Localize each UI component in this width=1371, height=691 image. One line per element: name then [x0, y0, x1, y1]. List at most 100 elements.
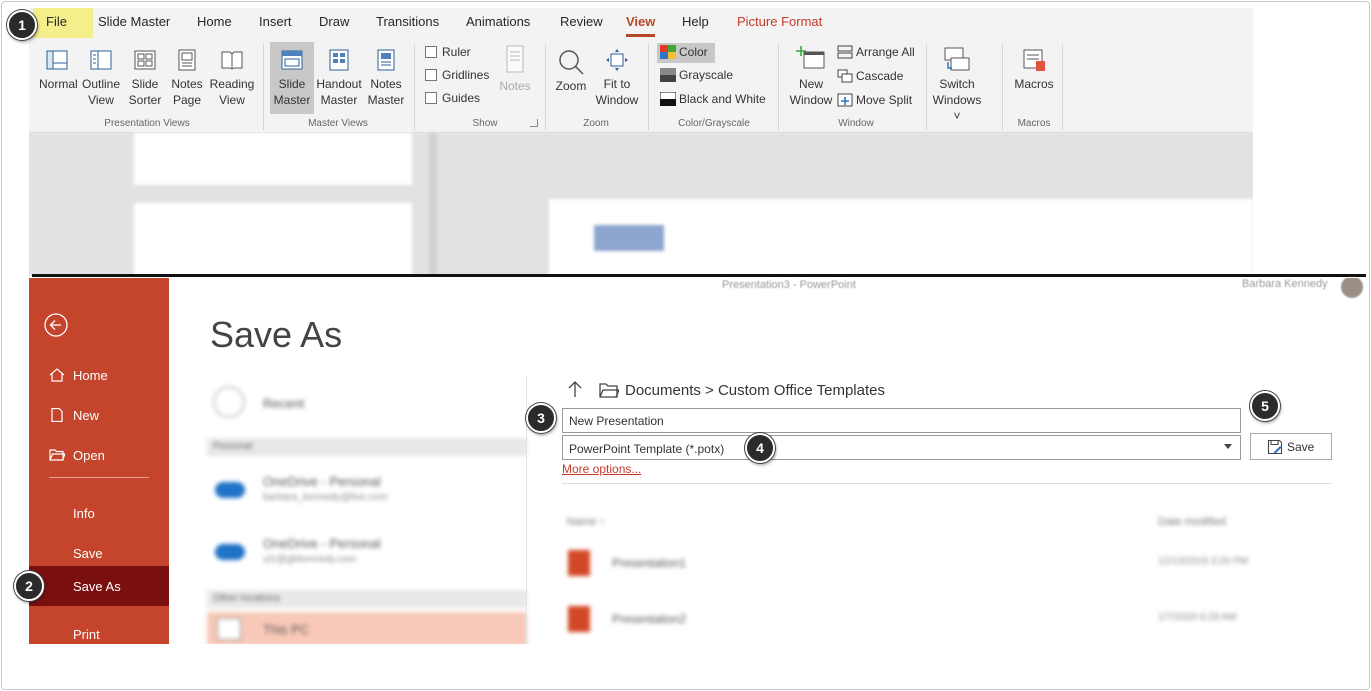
handout-label-1: Handout — [316, 77, 362, 91]
folder-icon — [599, 383, 619, 398]
filename-input[interactable] — [562, 408, 1241, 433]
location-onedrive-personal-2[interactable]: OneDrive - Personal ul1@gbkennedy.com — [207, 530, 527, 576]
color-label: Color — [679, 45, 708, 59]
black-and-white-button[interactable]: Black and White — [660, 92, 766, 106]
zoom-button[interactable]: Zoom — [551, 48, 591, 94]
tab-picture-format[interactable]: Picture Format — [737, 14, 822, 29]
back-arrow-icon[interactable] — [43, 312, 69, 338]
switch-windows-icon — [944, 47, 970, 71]
handout-label-2: Master — [320, 93, 358, 107]
location-label: OneDrive - Personal — [263, 474, 381, 489]
save-button[interactable]: Save — [1250, 433, 1332, 460]
column-header-name[interactable]: Name ↑ — [567, 516, 605, 528]
file-type-dropdown[interactable]: PowerPoint Template (*.potx) — [562, 435, 1241, 460]
location-this-pc[interactable]: This PC — [207, 612, 527, 644]
breadcrumb[interactable]: Documents > Custom Office Templates — [625, 382, 885, 399]
reading-label-1: Reading — [209, 77, 255, 91]
normal-view-button[interactable]: Normal — [39, 48, 78, 92]
file-date: 12/13/2019 3:20 PM — [1158, 556, 1249, 567]
new-window-label-1: New — [798, 77, 823, 91]
tab-home[interactable]: Home — [197, 14, 232, 29]
outline-view-button[interactable]: Outline View — [81, 48, 121, 108]
tab-animations[interactable]: Animations — [466, 14, 530, 29]
notes-page-button[interactable]: Notes Page — [169, 48, 205, 108]
sidebar-item-label: Open — [73, 448, 105, 463]
notes-master-label-2: Master — [367, 93, 405, 107]
reading-view-button[interactable]: Reading View — [209, 48, 255, 108]
checkbox-icon — [425, 92, 437, 104]
arrange-all-button[interactable]: Arrange All — [837, 45, 915, 59]
grayscale-label: Grayscale — [679, 68, 734, 82]
color-grayscale-group-label: Color/Grayscale — [678, 118, 750, 129]
tab-file[interactable]: File — [33, 8, 93, 38]
outline-label-1: Outline — [81, 77, 121, 91]
slide-sorter-icon — [134, 50, 156, 70]
screenshot-frame: File Slide Master Home Insert Draw Trans… — [1, 1, 1370, 690]
notes-label: Notes — [499, 79, 531, 93]
fit-label-1: Fit to — [603, 77, 631, 91]
location-recent[interactable]: Recent — [207, 384, 527, 424]
ruler-label: Ruler — [442, 45, 471, 59]
tab-draw[interactable]: Draw — [319, 14, 349, 29]
location-sublabel: barbara_kennedy@live.com — [263, 492, 388, 503]
location-label: This PC — [263, 622, 310, 637]
avatar[interactable] — [1341, 278, 1363, 298]
sidebar-item-home[interactable]: Home — [29, 355, 169, 395]
color-button[interactable]: Color — [657, 43, 715, 63]
sidebar-item-save-as[interactable]: Save As — [29, 566, 169, 606]
fit-to-window-button[interactable]: Fit to Window — [593, 48, 641, 108]
list-item[interactable]: Presentation2 1/7/2020 6:29 AM — [562, 596, 1332, 642]
move-split-button[interactable]: Move Split — [837, 93, 912, 107]
notes-page-label-2: Page — [172, 93, 202, 107]
sidebar-item-info[interactable]: Info — [29, 493, 169, 533]
sorter-label-1: Slide — [131, 77, 159, 91]
sidebar-item-new[interactable]: New — [29, 395, 169, 435]
fit-to-window-icon — [606, 49, 628, 71]
sidebar-item-print[interactable]: Print — [29, 614, 169, 644]
tab-slide-master[interactable]: Slide Master — [98, 14, 170, 29]
cascade-button[interactable]: Cascade — [837, 69, 903, 83]
show-dialog-launcher-icon[interactable] — [530, 119, 538, 127]
new-window-icon — [796, 46, 825, 69]
macros-button[interactable]: Macros — [1012, 48, 1056, 92]
normal-view-label: Normal — [39, 77, 78, 91]
location-label: OneDrive - Personal — [263, 536, 381, 551]
section-header: Personal — [207, 438, 527, 456]
grayscale-button[interactable]: Grayscale — [660, 68, 733, 82]
up-arrow-icon[interactable] — [567, 380, 583, 398]
switch-windows-button[interactable]: Switch Windows ˅ — [930, 46, 984, 124]
ribbon-separator — [545, 44, 546, 130]
handout-master-button[interactable]: Handout Master — [316, 48, 362, 108]
macros-icon — [1023, 49, 1045, 71]
sidebar-item-label: New — [73, 408, 100, 423]
powerpoint-file-icon — [568, 606, 590, 632]
list-item[interactable]: Presentation1 12/13/2019 3:20 PM — [562, 540, 1332, 586]
clock-icon — [213, 386, 245, 418]
sidebar-item-open[interactable]: Open — [29, 435, 169, 475]
slide-thumbnail — [134, 133, 412, 185]
location-onedrive-personal[interactable]: OneDrive - Personal barbara_kennedy@live… — [207, 468, 527, 514]
slide-master-button[interactable]: Slide Master — [270, 42, 314, 114]
normal-view-icon — [46, 50, 68, 70]
tab-review[interactable]: Review — [560, 14, 603, 29]
show-group-label: Show — [472, 118, 498, 129]
ribbon-separator — [926, 44, 927, 130]
checkbox-icon — [425, 46, 437, 58]
sidebar-item-label: Home — [73, 368, 108, 383]
tab-view[interactable]: View — [626, 14, 656, 37]
ruler-checkbox[interactable]: Ruler — [425, 45, 471, 59]
guides-checkbox[interactable]: Guides — [425, 91, 480, 105]
slide-sorter-button[interactable]: Slide Sorter — [126, 48, 164, 108]
new-window-button[interactable]: New Window — [786, 44, 836, 108]
more-options-link[interactable]: More options... — [562, 462, 641, 476]
gridlines-checkbox[interactable]: Gridlines — [425, 68, 489, 82]
ribbon-separator — [1062, 44, 1063, 130]
tab-help[interactable]: Help — [682, 14, 709, 29]
move-split-icon — [837, 93, 853, 107]
zoom-group-label: Zoom — [583, 118, 609, 129]
tab-transitions[interactable]: Transitions — [376, 14, 439, 29]
column-header-date[interactable]: Date modified — [1158, 516, 1226, 528]
notes-master-button[interactable]: Notes Master — [366, 48, 406, 108]
tab-insert[interactable]: Insert — [259, 14, 292, 29]
backstage-sidebar: Home New Open Info Save Save As Print — [29, 278, 169, 644]
